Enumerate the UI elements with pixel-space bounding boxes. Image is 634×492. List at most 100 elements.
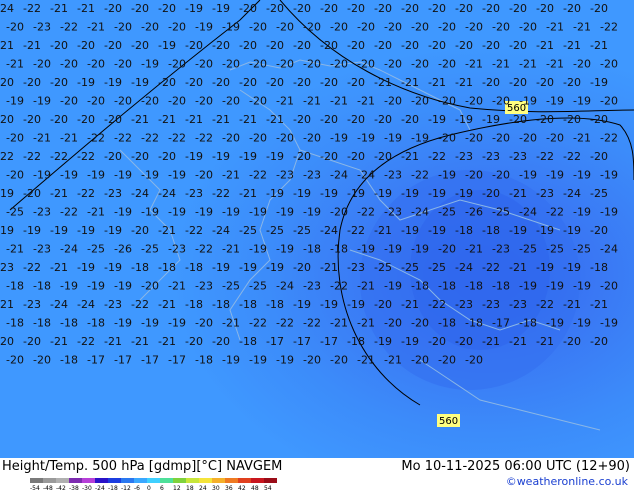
field-value-label: -25 bbox=[428, 261, 446, 274]
field-value-label: -22 bbox=[131, 298, 149, 311]
field-value-label: -20 bbox=[320, 39, 338, 52]
field-value-label: -25 bbox=[401, 261, 419, 274]
field-value-label: -22 bbox=[195, 132, 213, 145]
field-value-label: -20 bbox=[374, 2, 392, 15]
field-value-label: -19 bbox=[33, 95, 51, 108]
field-value-label: -25 bbox=[492, 206, 510, 219]
field-value-label: -20 bbox=[0, 113, 14, 126]
field-value-label: -20 bbox=[374, 39, 392, 52]
field-value-label: -23 bbox=[168, 243, 186, 256]
field-value-label: -18 bbox=[438, 280, 456, 293]
field-value-label: -22 bbox=[536, 298, 554, 311]
field-value-label: -19 bbox=[239, 261, 257, 274]
field-value-label: -19 bbox=[276, 354, 294, 367]
field-value-label: -21 bbox=[492, 58, 510, 71]
contour-label: 560 bbox=[439, 416, 458, 427]
field-value-label: -21 bbox=[266, 113, 284, 126]
field-value-label: -21 bbox=[590, 298, 608, 311]
field-value-label: -19 bbox=[185, 2, 203, 15]
field-value-label: -20 bbox=[519, 132, 537, 145]
field-value-label: -23 bbox=[0, 261, 14, 274]
field-value-label: -21 bbox=[384, 354, 402, 367]
field-value-label: -20 bbox=[50, 39, 68, 52]
field-value-label: -23 bbox=[303, 169, 321, 182]
field-value-label: -21 bbox=[330, 317, 348, 330]
field-value-label: -21 bbox=[428, 76, 446, 89]
field-value-label: -20 bbox=[276, 132, 294, 145]
field-value-label: -21 bbox=[536, 39, 554, 52]
field-value-label: -24 bbox=[330, 169, 348, 182]
field-value-label: -20 bbox=[293, 39, 311, 52]
field-value-label: -20 bbox=[23, 113, 41, 126]
field-value-label: -22 bbox=[23, 2, 41, 15]
field-value-label: -19 bbox=[141, 206, 159, 219]
field-value-label: -20 bbox=[6, 132, 24, 145]
colorbar-tick-label: 42 bbox=[238, 485, 246, 492]
field-value-label: -19 bbox=[249, 243, 267, 256]
field-value-label: -20 bbox=[249, 132, 267, 145]
field-value-label: -25 bbox=[293, 224, 311, 237]
field-value-label: -20 bbox=[320, 113, 338, 126]
field-value-label: -20 bbox=[87, 58, 105, 71]
field-value-label: -19 bbox=[536, 224, 554, 237]
field-value-label: -22 bbox=[23, 261, 41, 274]
field-value-label: -20 bbox=[212, 335, 230, 348]
field-value-label: -20 bbox=[195, 317, 213, 330]
field-value-label: -22 bbox=[600, 21, 618, 34]
field-value-label: -19 bbox=[536, 261, 554, 274]
field-value-label: -19 bbox=[104, 224, 122, 237]
field-value-label: -21 bbox=[563, 39, 581, 52]
field-value-label: -22 bbox=[428, 298, 446, 311]
colorbar-segment bbox=[82, 478, 95, 483]
field-value-label: -19 bbox=[347, 187, 365, 200]
field-value-label: -22 bbox=[60, 21, 78, 34]
field-value-label: -20 bbox=[536, 113, 554, 126]
field-value-label: -24 bbox=[50, 298, 68, 311]
field-value-label: -23 bbox=[276, 169, 294, 182]
field-value-label: -21 bbox=[50, 335, 68, 348]
colorbar-segment bbox=[225, 478, 238, 483]
field-value-label: -20 bbox=[131, 224, 149, 237]
field-value-label: -24 bbox=[519, 206, 537, 219]
field-value-label: -20 bbox=[50, 113, 68, 126]
colorbar-segment bbox=[251, 478, 264, 483]
field-value-label: -19 bbox=[212, 150, 230, 163]
field-value-label: -21 bbox=[0, 39, 14, 52]
field-value-label: -20 bbox=[482, 187, 500, 200]
field-value-label: -25 bbox=[546, 243, 564, 256]
credit-link[interactable]: ©weatheronline.co.uk bbox=[506, 475, 628, 488]
field-value-label: -19 bbox=[141, 169, 159, 182]
field-value-label: -25 bbox=[438, 206, 456, 219]
field-value-label: -18 bbox=[347, 335, 365, 348]
field-value-label: -19 bbox=[249, 354, 267, 367]
field-value-label: -20 bbox=[428, 335, 446, 348]
field-value-label: -17 bbox=[114, 354, 132, 367]
field-value-label: -20 bbox=[249, 21, 267, 34]
colorbar-tick-label: -38 bbox=[69, 485, 79, 492]
field-value-label: -24 bbox=[131, 187, 149, 200]
field-value-label: -20 bbox=[320, 76, 338, 89]
field-value-label: -18 bbox=[465, 317, 483, 330]
colorbar-tick-label: -12 bbox=[121, 485, 131, 492]
field-value-label: -20 bbox=[266, 2, 284, 15]
field-value-label: -20 bbox=[293, 76, 311, 89]
field-value-label: -20 bbox=[212, 76, 230, 89]
field-value-label: -20 bbox=[384, 95, 402, 108]
field-value-label: -19 bbox=[87, 169, 105, 182]
field-value-label: -20 bbox=[411, 95, 429, 108]
field-value-label: -22 bbox=[563, 150, 581, 163]
field-value-label: -20 bbox=[141, 280, 159, 293]
colorbar-tick-label: -18 bbox=[108, 485, 118, 492]
field-value-label: -20 bbox=[590, 150, 608, 163]
field-value-label: -19 bbox=[546, 95, 564, 108]
field-value-label: -21 bbox=[239, 187, 257, 200]
field-value-label: -19 bbox=[546, 280, 564, 293]
field-value-label: -19 bbox=[185, 150, 203, 163]
field-value-label: -18 bbox=[33, 280, 51, 293]
field-value-label: -17 bbox=[320, 335, 338, 348]
field-value-label: -19 bbox=[222, 354, 240, 367]
field-value-label: -19 bbox=[320, 298, 338, 311]
field-value-label: -20 bbox=[465, 354, 483, 367]
field-value-label: -20 bbox=[195, 169, 213, 182]
weather-map: 560 560 -24-22-21-21-20-20-20-19-19-20-2… bbox=[0, 0, 634, 458]
